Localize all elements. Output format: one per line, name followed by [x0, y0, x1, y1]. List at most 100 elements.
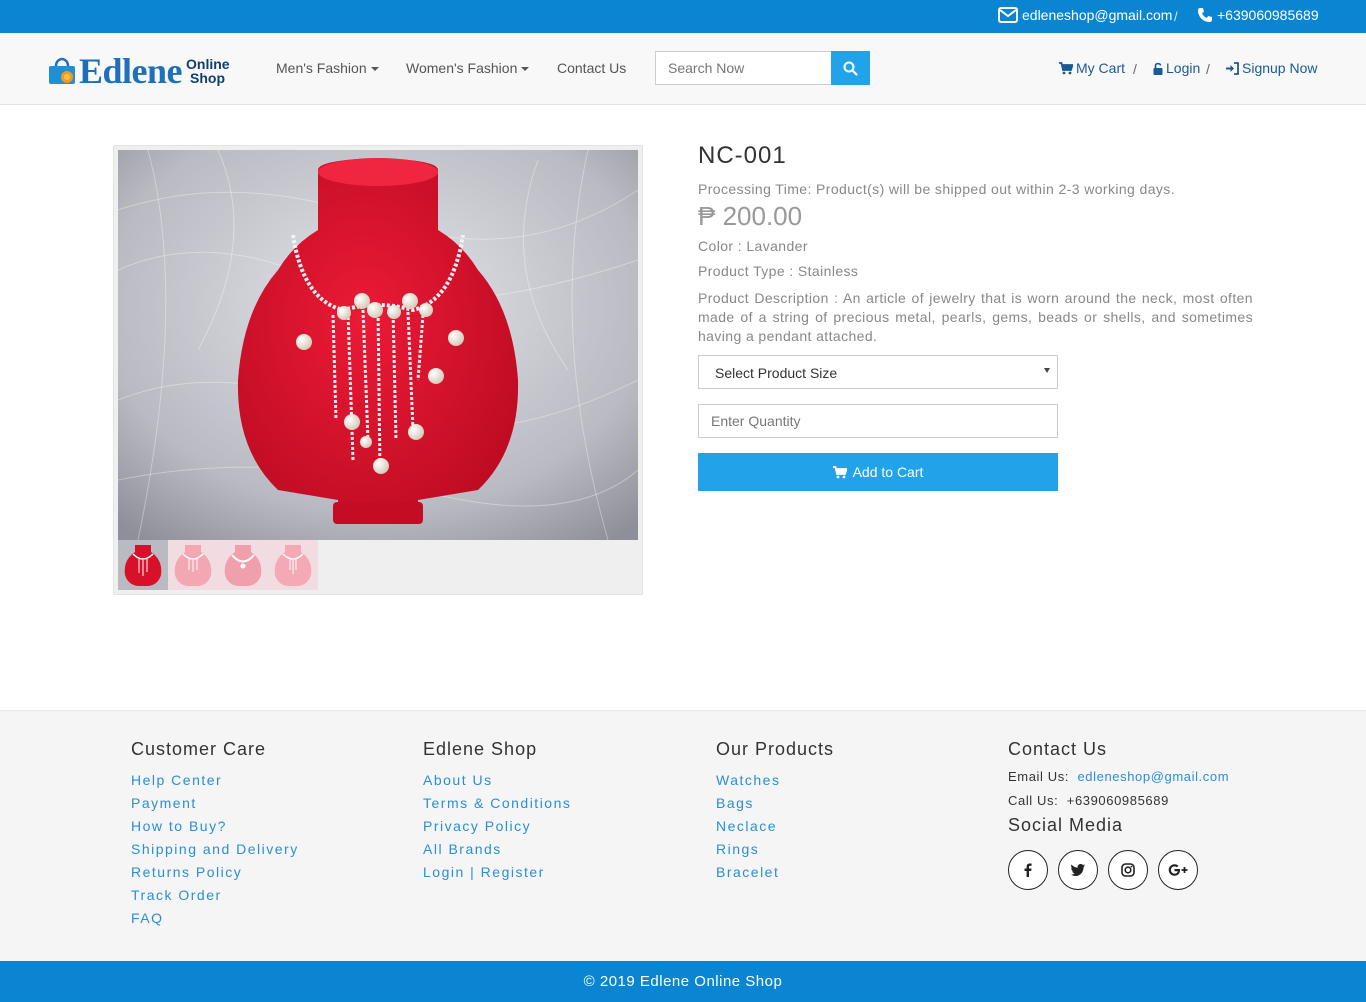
footer-email-line: Email Us: edleneshop@gmail.com [1008, 765, 1229, 789]
search-button[interactable] [831, 51, 870, 85]
copyright-text: © 2019 Edlene Online Shop [583, 973, 783, 990]
logo-subtitle: Online Shop [186, 57, 230, 85]
footer-link-rings[interactable]: Rings [716, 838, 834, 861]
processing-time: Processing Time: Product(s) will be ship… [698, 181, 1175, 197]
top-phone-text: +639060985689 [1217, 7, 1319, 23]
search-icon [843, 61, 858, 76]
product-type: Product Type : Stainless [698, 263, 859, 279]
footer-link-payment[interactable]: Payment [131, 792, 299, 815]
footer-heading: Our Products [716, 739, 835, 759]
footer-link-track-order[interactable]: Track Order [131, 884, 299, 907]
login-link[interactable]: Login [1153, 60, 1200, 76]
footer-link-bracelet[interactable]: Bracelet [716, 861, 834, 884]
my-cart-link[interactable]: My Cart [1059, 60, 1125, 76]
nav-contact-us[interactable]: Contact Us [557, 60, 626, 76]
add-to-cart-label: Add to Cart [852, 464, 924, 480]
social-heading: Social Media [1008, 815, 1124, 835]
shopping-bag-logo-icon [49, 57, 75, 84]
footer-link-shipping[interactable]: Shipping and Delivery [131, 838, 299, 861]
caret-down-icon [521, 67, 530, 71]
nav-separator: / [1206, 61, 1210, 77]
footer-link-login-register[interactable]: Login | Register [423, 861, 571, 884]
logo-sub-online: Online [186, 56, 230, 72]
footer-link-neclace[interactable]: Neclace [716, 815, 834, 838]
product-description: Product Description : An article of jewe… [698, 290, 1253, 344]
footer-phone: +639060985689 [1066, 793, 1169, 808]
product-price: ₱ 200.00 [698, 201, 803, 231]
google-plus-icon [1168, 864, 1188, 876]
top-email-text: edleneshop@gmail.com [1022, 7, 1173, 23]
nav-mens-fashion[interactable]: Men's Fashion [276, 60, 379, 76]
social-links [1008, 850, 1229, 890]
caret-down-icon [370, 67, 379, 71]
copyright-bar: © 2019 Edlene Online Shop [0, 961, 1366, 1002]
product-main-image[interactable] [118, 150, 638, 540]
footer-link-faq[interactable]: FAQ [131, 907, 299, 930]
instagram-button[interactable] [1108, 850, 1148, 890]
necklace-photo [118, 150, 638, 540]
thumbnail[interactable] [218, 540, 268, 590]
footer-link-about-us[interactable]: About Us [423, 769, 571, 792]
footer-link-privacy[interactable]: Privacy Policy [423, 815, 571, 838]
cart-icon [1059, 61, 1073, 74]
top-separator: / [1174, 9, 1178, 24]
call-label: Call Us: [1008, 793, 1059, 808]
footer-heading: Customer Care [131, 739, 267, 759]
product-size-select[interactable]: Select Product Size [698, 355, 1058, 389]
footer-link-bags[interactable]: Bags [716, 792, 834, 815]
top-phone[interactable]: +639060985689 [1197, 7, 1319, 23]
search-input[interactable] [655, 51, 831, 85]
sign-in-icon [1226, 61, 1239, 75]
google-plus-button[interactable] [1158, 850, 1198, 890]
nav-contact-label: Contact Us [557, 60, 627, 76]
product-title: NC-001 [698, 142, 787, 169]
login-label: Login [1166, 60, 1201, 76]
quantity-input[interactable] [698, 404, 1058, 438]
footer-contact: Contact Us Email Us: edleneshop@gmail.co… [1008, 739, 1229, 890]
footer-heading: Edlene Shop [423, 739, 538, 759]
footer-link-terms[interactable]: Terms & Conditions [423, 792, 571, 815]
search-box [655, 51, 870, 85]
thumbnail[interactable] [268, 540, 318, 590]
logo-word: Edlene [79, 51, 183, 91]
footer-edlene-shop: Edlene Shop About Us Terms & Conditions … [423, 739, 571, 884]
instagram-icon [1121, 863, 1135, 877]
envelope-icon [998, 7, 1018, 23]
phone-icon [1198, 8, 1212, 22]
top-contact-bar: edleneshop@gmail.com / +639060985689 [0, 0, 1366, 33]
twitter-icon [1071, 864, 1085, 876]
dropdown-arrow-icon [1044, 368, 1050, 373]
nav-womens-label: Women's Fashion [406, 60, 518, 76]
footer-our-products: Our Products Watches Bags Neclace Rings … [716, 739, 834, 884]
footer-link-help-center[interactable]: Help Center [131, 769, 299, 792]
main-navbar: Edlene Online Shop Men's Fashion Women's… [0, 33, 1366, 105]
footer-heading: Contact Us [1008, 739, 1108, 759]
footer-link-returns[interactable]: Returns Policy [131, 861, 299, 884]
thumbnail[interactable] [118, 540, 168, 590]
nav-womens-fashion[interactable]: Women's Fashion [406, 60, 530, 76]
add-to-cart-button[interactable]: Add to Cart [698, 453, 1058, 491]
top-email[interactable]: edleneshop@gmail.com [998, 7, 1172, 23]
lock-icon [1153, 62, 1163, 75]
site-footer: Customer Care Help Center Payment How to… [0, 710, 1366, 961]
nav-mens-label: Men's Fashion [276, 60, 367, 76]
footer-link-watches[interactable]: Watches [716, 769, 834, 792]
footer-link-how-to-buy[interactable]: How to Buy? [131, 815, 299, 838]
size-select-value: Select Product Size [715, 365, 838, 381]
thumbnail[interactable] [168, 540, 218, 590]
nav-separator: / [1133, 61, 1137, 77]
cart-icon [832, 465, 847, 478]
twitter-button[interactable] [1058, 850, 1098, 890]
product-color: Color : Lavander [698, 238, 808, 254]
footer-phone-line: Call Us: +639060985689 [1008, 789, 1229, 813]
footer-link-all-brands[interactable]: All Brands [423, 838, 571, 861]
facebook-button[interactable] [1008, 850, 1048, 890]
facebook-icon [1024, 863, 1032, 877]
footer-email-link[interactable]: edleneshop@gmail.com [1077, 769, 1229, 784]
logo-sub-shop: Shop [190, 70, 226, 86]
brand-logo[interactable]: Edlene Online Shop [47, 53, 230, 89]
my-cart-label: My Cart [1076, 60, 1125, 76]
signup-link[interactable]: Signup Now [1226, 60, 1318, 76]
thumbnail-strip [118, 540, 318, 590]
signup-label: Signup Now [1242, 60, 1318, 76]
